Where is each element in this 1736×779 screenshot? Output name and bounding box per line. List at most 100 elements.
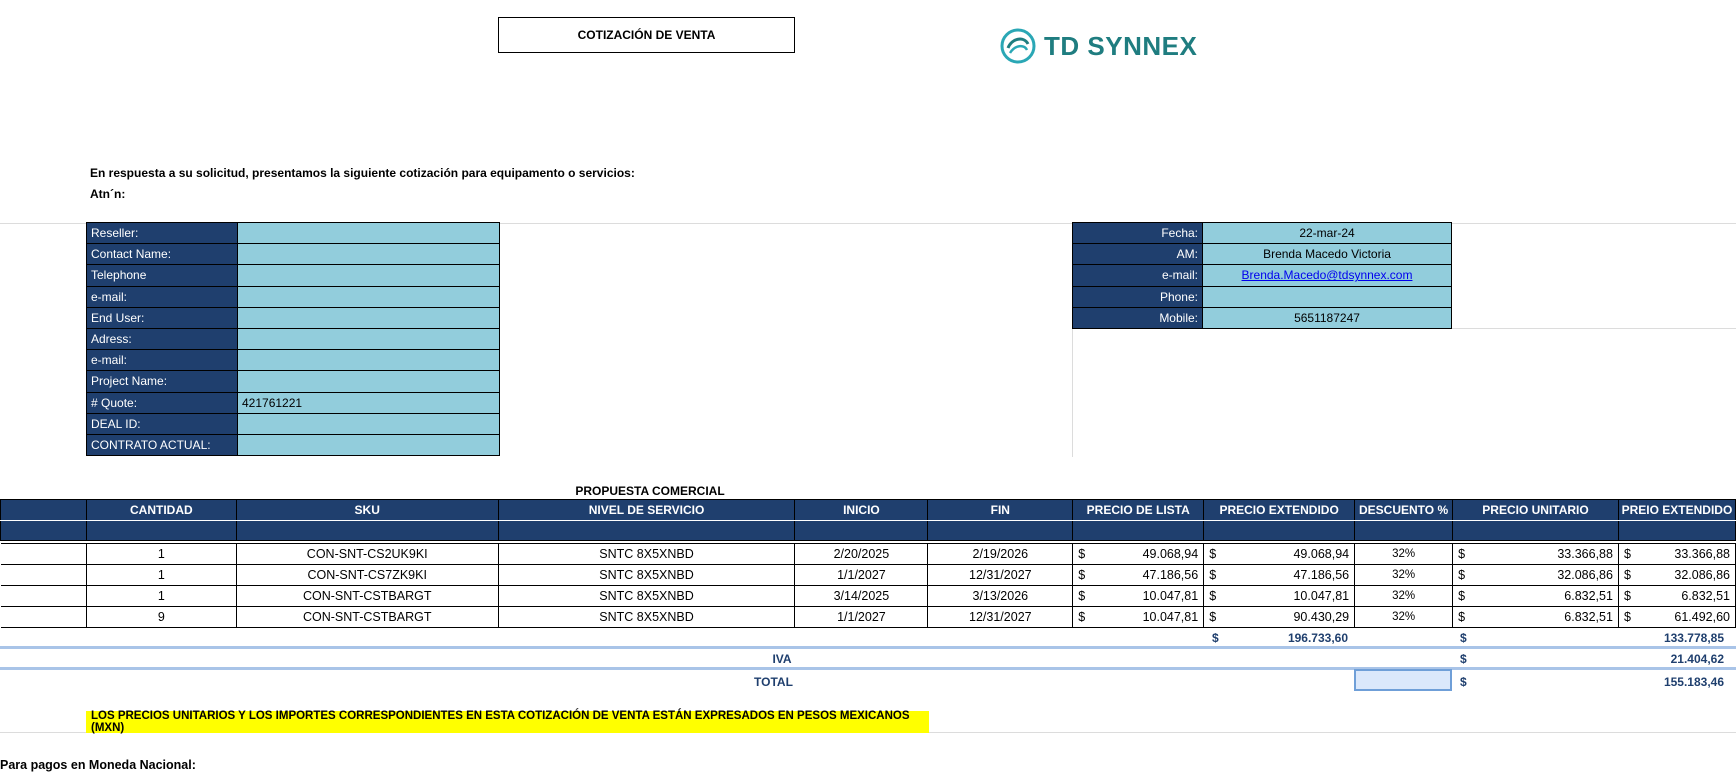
total-value: 155.183,46 (1663, 674, 1724, 689)
money-cell[interactable]: $47.186,56 (1072, 564, 1205, 586)
column-header: PRECIO DE LISTA (1072, 499, 1205, 521)
currency-symbol: $ (1458, 547, 1466, 561)
header-band-cell (1354, 520, 1454, 541)
money-cell[interactable]: $49.068,94 (1072, 543, 1205, 565)
field-value-cell[interactable] (237, 306, 500, 329)
start-date-cell[interactable]: 1/1/2027 (794, 564, 929, 586)
sku-cell[interactable]: CON-SNT-CSTBARGT (235, 585, 499, 607)
field-value-cell[interactable] (237, 327, 500, 351)
field-value-cell[interactable] (237, 433, 500, 457)
amount: 47.186,56 (1142, 568, 1199, 582)
customer-info-row: # Quote: 421761221 (86, 391, 500, 414)
quantity-cell[interactable]: 1 (85, 585, 237, 607)
start-date-cell[interactable]: 2/20/2025 (794, 543, 929, 565)
field-value-cell[interactable]: Brenda.Macedo@tdsynnex.com (1202, 264, 1452, 287)
money-cell[interactable]: $32.086,86 (1452, 564, 1619, 586)
customer-info-row: Contact Name: (86, 243, 500, 266)
end-date-cell[interactable]: 12/31/2027 (927, 564, 1074, 586)
money-cell[interactable]: $33.366,88 (1452, 543, 1619, 565)
money-cell[interactable]: $90.430,29 (1203, 606, 1356, 628)
company-logo: TD SYNNEX (1000, 26, 1197, 66)
currency-symbol: $ (1458, 589, 1466, 603)
field-value-cell[interactable]: 5651187247 (1202, 306, 1452, 329)
sku-cell[interactable]: CON-SNT-CS7ZK9KI (235, 564, 499, 586)
money-cell[interactable]: $10.047,81 (1203, 585, 1356, 607)
field-value-cell[interactable] (237, 264, 500, 287)
table-row: 1 CON-SNT-CSTBARGT SNTC 8X5XNBD 3/14/2025 3/… (0, 585, 1736, 607)
currency-symbol: $ (1460, 674, 1467, 689)
sku-cell[interactable]: CON-SNT-CS2UK9KI (235, 543, 499, 565)
email-link[interactable]: Brenda.Macedo@tdsynnex.com (1242, 268, 1413, 282)
amount: 33.366,88 (1674, 547, 1730, 561)
field-label: Fecha: (1072, 221, 1203, 245)
money-cell[interactable]: $6.832,51 (1452, 606, 1619, 628)
row-spacer (0, 606, 87, 628)
subtotal-row: $ 196.733,60 $ 133.778,85 (0, 627, 1736, 648)
customer-info-table: Reseller: Contact Name: Telephone e-mail: En… (86, 221, 500, 457)
column-header: FIN (927, 499, 1074, 521)
discount-cell[interactable]: 32% (1354, 543, 1454, 565)
column-header: PREIO EXTENDIDO (1617, 499, 1736, 521)
quantity-cell[interactable]: 1 (85, 564, 237, 586)
money-wrapper: $49.068,94 (1078, 547, 1198, 561)
field-value-cell[interactable] (237, 221, 500, 245)
money-cell[interactable]: $47.186,56 (1203, 564, 1356, 586)
amount: 47.186,56 (1293, 568, 1350, 582)
discount-cell[interactable]: 32% (1354, 564, 1454, 586)
field-value-cell[interactable] (237, 349, 500, 372)
amount: 32.086,86 (1557, 568, 1613, 582)
money-cell[interactable]: $10.047,81 (1072, 585, 1205, 607)
field-value: 5651187247 (1294, 310, 1360, 325)
currency-symbol: $ (1209, 610, 1217, 624)
customer-info-row: CONTRATO ACTUAL: (86, 433, 500, 457)
service-level-cell[interactable]: SNTC 8X5XNBD (497, 606, 796, 628)
end-date-cell[interactable]: 3/13/2026 (927, 585, 1074, 607)
money-cell[interactable]: $61.492,60 (1617, 606, 1736, 628)
attention-label: Atn´n: (90, 187, 126, 201)
account-manager-row: AM: Brenda Macedo Victoria (1072, 243, 1452, 266)
field-value-cell[interactable] (237, 412, 500, 435)
money-wrapper: $32.086,86 (1458, 568, 1613, 582)
field-value-cell[interactable] (1202, 285, 1452, 308)
row-spacer (0, 564, 87, 586)
money-cell[interactable]: $6.832,51 (1452, 585, 1619, 607)
field-value-cell[interactable]: 421761221 (237, 391, 500, 414)
money-wrapper: $6.832,51 (1458, 589, 1613, 603)
amount: 10.047,81 (1142, 610, 1199, 624)
money-cell[interactable]: $32.086,86 (1617, 564, 1736, 586)
start-date-cell[interactable]: 3/14/2025 (794, 585, 929, 607)
amount: 6.832,51 (1681, 589, 1730, 603)
service-level-cell[interactable]: SNTC 8X5XNBD (497, 543, 796, 565)
row-spacer (0, 543, 87, 565)
end-date-cell[interactable]: 2/19/2026 (927, 543, 1074, 565)
money-cell[interactable]: $10.047,81 (1072, 606, 1205, 628)
money-cell[interactable]: $49.068,94 (1203, 543, 1356, 565)
service-level-cell[interactable]: SNTC 8X5XNBD (497, 564, 796, 586)
field-value-cell[interactable]: 22-mar-24 (1202, 221, 1452, 245)
amount: 49.068,94 (1142, 547, 1199, 561)
currency-symbol: $ (1623, 589, 1631, 603)
start-date-cell[interactable]: 1/1/2027 (794, 606, 929, 628)
money-cell[interactable]: $33.366,88 (1617, 543, 1736, 565)
customer-info-row: DEAL ID: (86, 412, 500, 435)
field-label: Reseller: (86, 221, 238, 245)
field-label: AM: (1072, 243, 1203, 266)
sku-cell[interactable]: CON-SNT-CSTBARGT (235, 606, 499, 628)
quantity-cell[interactable]: 9 (85, 606, 237, 628)
end-date-cell[interactable]: 12/31/2027 (927, 606, 1074, 628)
field-value: 22-mar-24 (1299, 226, 1355, 241)
money-cell[interactable]: $6.832,51 (1617, 585, 1736, 607)
field-value-cell[interactable] (237, 370, 500, 393)
money-wrapper: $90.430,29 (1209, 610, 1349, 624)
field-label: e-mail: (1072, 264, 1203, 287)
discount-cell[interactable]: 32% (1354, 606, 1454, 628)
discount-cell[interactable]: 32% (1354, 585, 1454, 607)
service-level-cell[interactable]: SNTC 8X5XNBD (497, 585, 796, 607)
quantity-cell[interactable]: 1 (85, 543, 237, 565)
header-band-cell (1203, 520, 1356, 541)
field-value-cell[interactable] (237, 285, 500, 308)
field-value-cell[interactable] (237, 243, 500, 266)
field-value-cell[interactable]: Brenda Macedo Victoria (1202, 243, 1452, 266)
amount: 32.086,86 (1674, 568, 1730, 582)
currency-symbol: $ (1209, 547, 1217, 561)
